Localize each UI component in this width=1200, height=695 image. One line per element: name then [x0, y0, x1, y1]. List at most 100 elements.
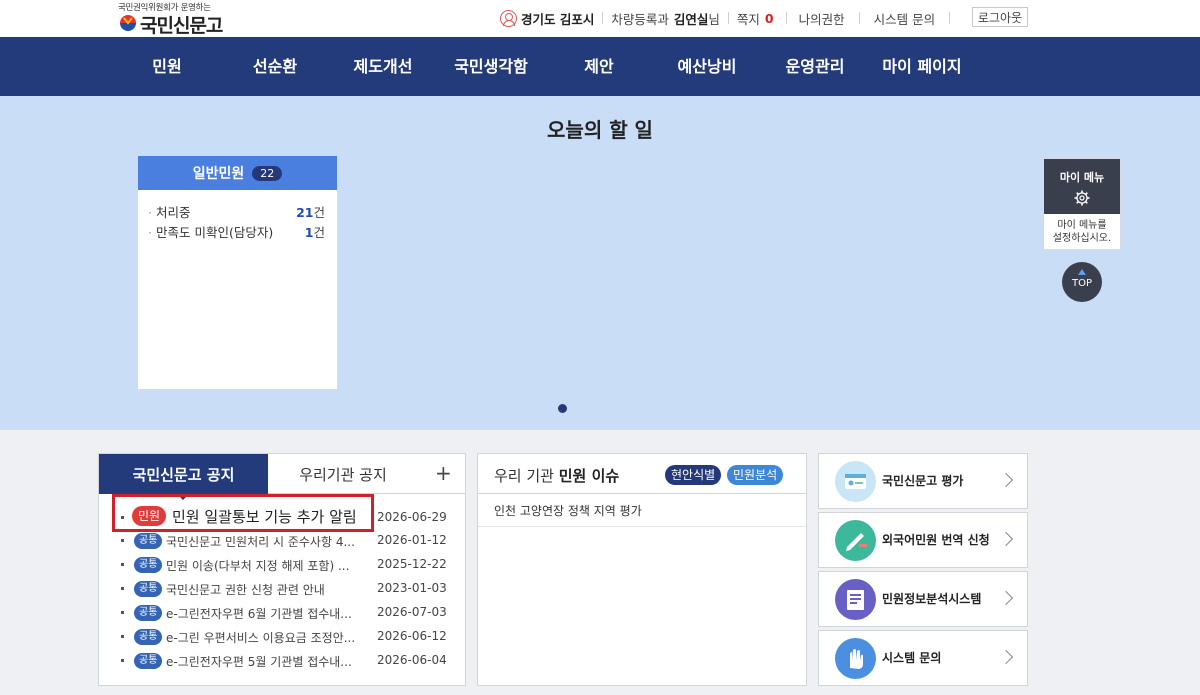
task-row-unit: 건 — [313, 205, 325, 220]
issue-panel-title: 우리 기관 민원 이슈 — [494, 465, 619, 486]
bullet — [121, 539, 124, 542]
section-title: 오늘의 할 일 — [547, 118, 653, 142]
quick-link-system-inquiry[interactable]: 시스템 문의 — [818, 630, 1028, 686]
bullet — [121, 659, 124, 662]
tab-sinmungo-notice[interactable]: 국민신문고 공지 — [99, 454, 268, 500]
notice-date: 2026-06-29 — [377, 510, 447, 524]
tab-agency-notice[interactable]: 우리기관 공지 — [268, 454, 418, 494]
notice-category-badge: 공통 — [134, 629, 163, 645]
message-link[interactable]: 쪽지 — [737, 9, 760, 28]
user-name: 김연실 — [673, 11, 709, 27]
highlight-box — [112, 494, 374, 532]
my-menu-title: 마이 메뉴 — [1059, 171, 1105, 184]
nav-item-my-page[interactable]: 마이 페이지 — [882, 37, 961, 96]
chevron-right-icon — [998, 531, 1014, 547]
notice-title[interactable]: 국민신문고 민원처리 시 준수사항 4... — [166, 533, 366, 550]
notice-row[interactable]: 공통 민원 이송(다부처 지정 해제 포함) ... 2025-12-22 — [99, 555, 465, 575]
divider — [949, 12, 951, 24]
bullet — [121, 587, 124, 590]
chevron-right-icon — [998, 649, 1014, 665]
scroll-top-label: TOP — [1071, 278, 1092, 289]
quick-link-label: 외국어민원 번역 신청 — [882, 533, 990, 547]
quick-link-label: 국민신문고 평가 — [882, 474, 964, 488]
task-card-header[interactable]: 일반민원 22 — [138, 156, 337, 190]
divider — [602, 12, 604, 24]
gear-icon — [1074, 190, 1090, 206]
divider — [478, 526, 806, 527]
translation-icon — [835, 520, 876, 561]
logo-title: 국민신문고 — [140, 15, 223, 37]
notice-tabs: 국민신문고 공지 우리기관 공지 + — [99, 454, 465, 500]
bullet — [121, 563, 124, 566]
issue-item[interactable]: 인천 고양연장 정책 지역 평가 — [494, 502, 642, 519]
nav-item-virtuous-cycle[interactable]: 선순환 — [253, 37, 297, 96]
quick-link-analysis-system[interactable]: 민원정보분석시스템 — [818, 571, 1028, 627]
task-row-satisfaction-unchecked[interactable]: 만족도 미확인(담당자) 1건 — [148, 222, 325, 240]
logout-button[interactable]: 로그아웃 — [972, 7, 1028, 27]
quick-link-translation[interactable]: 외국어민원 번역 신청 — [818, 512, 1028, 568]
todays-tasks-section: 오늘의 할 일 일반민원 22 처리중 21건 만족도 미확인(담당자) 1건 … — [0, 96, 1200, 430]
my-menu-widget[interactable]: 마이 메뉴 마이 메뉴를 설정하십시오. — [1043, 158, 1121, 250]
notice-date: 2026-01-12 — [377, 533, 447, 547]
notice-row[interactable]: 공통 국민신문고 민원처리 시 준수사항 4... 2026-01-12 — [99, 531, 465, 551]
notice-title[interactable]: e-그린 우편서비스 이용요금 조정안... — [166, 629, 366, 646]
notice-category-badge: 공통 — [134, 557, 163, 573]
notice-date: 2023-01-03 — [377, 581, 447, 595]
nav-item-public-thoughts[interactable]: 국민생각함 — [454, 37, 528, 96]
notice-title[interactable]: 국민신문고 권한 신청 관련 안내 — [166, 581, 366, 598]
notice-title[interactable]: e-그린전자우편 5월 기관별 접수내... — [166, 653, 366, 670]
divider — [858, 12, 860, 24]
nav-item-system-improvement[interactable]: 제도개선 — [354, 37, 413, 96]
my-menu-header[interactable]: 마이 메뉴 — [1044, 159, 1120, 214]
notice-row[interactable]: 공통 e-그린 우편서비스 이용요금 조정안... 2026-06-12 — [99, 627, 465, 647]
notice-category-badge: 공통 — [134, 605, 163, 621]
issue-title-bold: 민원 이슈 — [558, 467, 620, 485]
task-row-in-progress[interactable]: 처리중 21건 — [148, 202, 325, 220]
notice-title[interactable]: 민원 이송(다부처 지정 해제 포함) ... — [166, 557, 366, 574]
user-department: 차량등록과 — [611, 11, 669, 27]
nav-item-operations[interactable]: 운영관리 — [786, 37, 845, 96]
notice-row[interactable]: 공통 e-그린전자우편 5월 기관별 접수내... 2026-06-04 — [99, 651, 465, 671]
nav-item-budget-waste[interactable]: 예산낭비 — [678, 37, 737, 96]
bullet — [121, 611, 124, 614]
task-card-general-complaint[interactable]: 일반민원 22 처리중 21건 만족도 미확인(담당자) 1건 — [137, 155, 338, 390]
main-navigation: 민원 선순환 제도개선 국민생각함 제안 예산낭비 운영관리 마이 페이지 — [0, 37, 1200, 96]
agency-issue-panel: 우리 기관 민원 이슈 현안식별 민원분석 인천 고양연장 정책 지역 평가 — [477, 453, 807, 686]
my-rights-link[interactable]: 나의권한 — [799, 9, 845, 28]
nav-item-civil-complaint[interactable]: 민원 — [152, 37, 181, 96]
quick-link-label: 시스템 문의 — [882, 651, 942, 665]
arrow-up-icon — [1078, 269, 1086, 275]
notice-category-badge: 공통 — [134, 653, 163, 669]
notice-row[interactable]: 공통 e-그린전자우편 6월 기관별 접수내... 2026-07-03 — [99, 603, 465, 623]
notice-date: 2026-06-12 — [377, 629, 447, 643]
divider — [785, 12, 787, 24]
quick-link-evaluation[interactable]: 국민신문고 평가 — [818, 453, 1028, 509]
notice-date: 2026-06-04 — [377, 653, 447, 667]
more-notices-button[interactable]: + — [435, 461, 452, 485]
site-logo[interactable]: 국민권익위원회가 운영하는 국민신문고 — [118, 0, 228, 37]
task-row-unit: 건 — [313, 225, 325, 240]
nav-item-proposal[interactable]: 제안 — [584, 37, 613, 96]
issue-analysis-button[interactable]: 민원분석 — [727, 465, 784, 485]
evaluation-icon — [835, 461, 876, 502]
bullet — [121, 635, 124, 638]
notice-category-badge: 공통 — [134, 581, 163, 597]
issue-panel-header: 우리 기관 민원 이슈 현안식별 민원분석 — [478, 454, 806, 494]
notice-panel: 국민신문고 공지 우리기관 공지 + 민원 민원 일괄통보 기능 추가 알림 2… — [98, 453, 466, 686]
scroll-top-button[interactable]: TOP — [1062, 262, 1102, 302]
notice-title[interactable]: e-그린전자우편 6월 기관별 접수내... — [166, 605, 366, 622]
message-count: 0 — [764, 10, 774, 26]
task-row-label: 처리중 — [148, 202, 191, 220]
task-count-badge: 22 — [252, 165, 283, 181]
divider — [727, 12, 729, 24]
notice-row[interactable]: 공통 국민신문고 권한 신청 관련 안내 2023-01-03 — [99, 579, 465, 599]
chevron-right-icon — [998, 590, 1014, 606]
task-row-label: 만족도 미확인(담당자) — [148, 222, 273, 240]
issue-identify-button[interactable]: 현안식별 — [665, 465, 722, 485]
chevron-right-icon — [998, 472, 1014, 488]
system-inquiry-link[interactable]: 시스템 문의 — [874, 9, 935, 28]
inquiry-icon — [835, 638, 876, 679]
my-menu-hint-line: 설정하십시오. — [1052, 233, 1112, 244]
task-row-count: 21 — [296, 205, 314, 220]
carousel-dot[interactable] — [558, 404, 567, 413]
